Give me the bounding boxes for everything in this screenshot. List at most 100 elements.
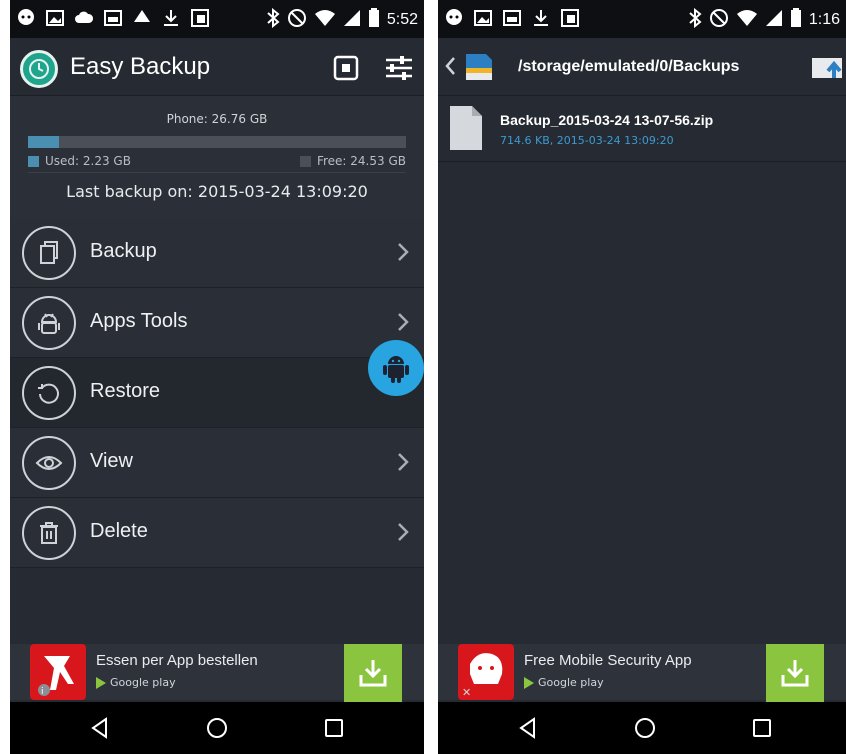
bluetooth-icon xyxy=(266,7,280,32)
file-browser-screen: 1:16 /storage/emulated/0/Backups Backup_… xyxy=(438,0,846,754)
used-label: Used: 2.23 GB xyxy=(45,154,131,168)
file-meta: 714.6 KB, 2015-03-24 13:09:20 xyxy=(500,134,674,147)
ad-banner[interactable]: ✕ Free Mobile Security App Google play xyxy=(438,644,846,702)
free-swatch xyxy=(299,155,311,167)
android-icon xyxy=(22,296,76,350)
current-path: /storage/emulated/0/Backups xyxy=(518,58,740,75)
file-row[interactable]: Backup_2015-03-24 13-07-56.zip 714.6 KB,… xyxy=(438,96,846,162)
free-label: Free: 24.53 GB xyxy=(316,154,406,168)
status-bar: 1:16 xyxy=(438,0,846,38)
chevron-right-icon xyxy=(396,311,410,333)
cloud-upload-icon[interactable] xyxy=(810,52,846,86)
image-icon xyxy=(502,8,522,28)
google-play-badge: Google play xyxy=(96,676,176,689)
file-icon xyxy=(448,104,484,156)
sd-card-icon xyxy=(462,50,496,88)
select-all-icon[interactable] xyxy=(332,54,360,82)
download-icon xyxy=(781,660,809,687)
drive-icon xyxy=(132,8,152,28)
download-button[interactable] xyxy=(344,644,402,702)
google-play-badge: Google play xyxy=(524,676,604,689)
home-nav-icon[interactable] xyxy=(633,716,657,740)
wifi-icon xyxy=(736,8,758,32)
store-label: Google play xyxy=(538,676,604,689)
signal-icon xyxy=(343,8,361,32)
battery-icon xyxy=(790,8,802,32)
back-nav-icon[interactable] xyxy=(88,716,112,740)
storage-used-fill xyxy=(28,136,60,148)
recents-nav-icon[interactable] xyxy=(322,716,346,740)
menu-label: Apps Tools xyxy=(90,310,188,332)
eye-icon xyxy=(22,436,76,490)
main-menu: Backup Apps Tools Restore View Delete xyxy=(10,218,424,568)
path-bar: /storage/emulated/0/Backups xyxy=(438,38,846,96)
menu-item-delete[interactable]: Delete xyxy=(10,498,424,568)
last-backup-label: Last backup on: 2015-03-24 13:09:20 xyxy=(66,182,368,201)
menu-item-apps-tools[interactable]: Apps Tools xyxy=(10,288,424,358)
chat-icon xyxy=(444,8,464,28)
chat-icon xyxy=(16,8,36,28)
app-bar: Easy Backup xyxy=(10,38,424,96)
play-store-icon xyxy=(96,676,106,689)
android-icon xyxy=(383,356,409,383)
svg-text:✕: ✕ xyxy=(462,686,471,699)
backup-icon xyxy=(22,226,76,280)
used-legend: Used: 2.23 GB xyxy=(28,154,131,168)
ad-banner[interactable]: i Essen per App bestellen Google play xyxy=(10,644,424,702)
download-button[interactable] xyxy=(766,644,824,702)
do-not-disturb-icon xyxy=(287,8,307,32)
file-name: Backup_2015-03-24 13-07-56.zip xyxy=(500,112,714,128)
clock: 5:52 xyxy=(386,11,418,28)
signal-icon xyxy=(765,8,783,32)
download-icon xyxy=(359,660,387,687)
store-label: Google play xyxy=(110,676,176,689)
do-not-disturb-icon xyxy=(709,8,729,32)
clock: 1:16 xyxy=(808,11,840,28)
image-icon xyxy=(103,8,123,28)
restore-icon xyxy=(22,366,76,420)
svg-text:i: i xyxy=(41,687,44,697)
menu-label: Backup xyxy=(90,240,157,262)
app-title: Easy Backup xyxy=(70,53,211,80)
ad-title: Free Mobile Security App xyxy=(524,652,692,669)
chevron-right-icon xyxy=(396,451,410,473)
screenshot-icon xyxy=(560,8,580,28)
home-nav-icon[interactable] xyxy=(205,716,229,740)
download-status-icon xyxy=(531,8,551,28)
screenshot-icon xyxy=(190,8,210,28)
nav-bar xyxy=(10,702,424,754)
menu-item-view[interactable]: View xyxy=(10,428,424,498)
ad-app-icon[interactable]: i xyxy=(30,644,86,700)
chevron-right-icon xyxy=(396,521,410,543)
android-fab-button[interactable] xyxy=(368,340,424,396)
back-arrow-icon[interactable] xyxy=(444,56,456,80)
cloud-icon xyxy=(74,8,94,28)
divider xyxy=(28,172,406,173)
wifi-icon xyxy=(314,8,336,32)
gallery-icon xyxy=(45,8,65,28)
phone-storage-label: Phone: 26.76 GB xyxy=(166,112,268,126)
ad-app-icon[interactable]: ✕ xyxy=(458,644,514,700)
menu-item-backup[interactable]: Backup xyxy=(10,218,424,288)
gallery-icon xyxy=(473,8,493,28)
status-bar: 5:52 xyxy=(10,0,424,38)
recents-nav-icon[interactable] xyxy=(750,716,774,740)
trash-icon xyxy=(22,506,76,560)
bluetooth-icon xyxy=(688,7,702,32)
storage-summary: Phone: 26.76 GB Used: 2.23 GB Free: 24.5… xyxy=(10,96,424,218)
easy-backup-screen: 5:52 Easy Backup Phone: 26.76 GB Used: 2… xyxy=(10,0,424,754)
app-logo[interactable] xyxy=(20,50,58,88)
menu-label: View xyxy=(90,450,133,472)
menu-label: Restore xyxy=(90,380,161,402)
nav-bar xyxy=(438,702,846,754)
play-store-icon xyxy=(524,676,534,689)
menu-label: Delete xyxy=(90,520,148,542)
settings-sliders-icon[interactable] xyxy=(384,54,412,82)
storage-bar xyxy=(28,136,406,148)
chevron-right-icon xyxy=(396,241,410,263)
download-status-icon xyxy=(161,8,181,28)
used-swatch xyxy=(28,155,39,167)
back-nav-icon[interactable] xyxy=(516,716,540,740)
menu-item-restore[interactable]: Restore xyxy=(10,358,424,428)
ad-title: Essen per App bestellen xyxy=(96,652,258,669)
